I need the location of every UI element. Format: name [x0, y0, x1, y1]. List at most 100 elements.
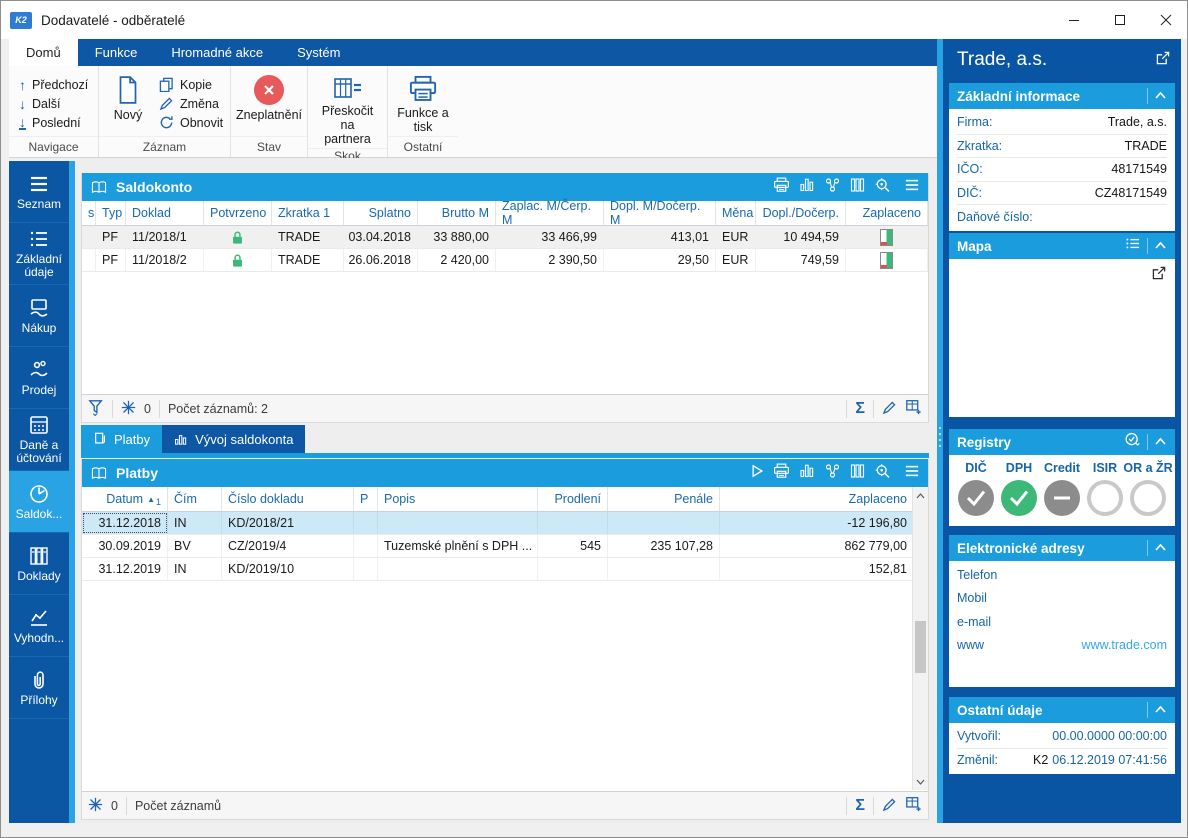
table-row[interactable]: PF 11/2018/2 TRADE 26.06.2018 2 420,00 2…: [82, 249, 928, 272]
column-header[interactable]: Dopl./Dočerp.: [756, 201, 846, 225]
tab-funkce[interactable]: Funkce: [78, 39, 155, 66]
refresh-button[interactable]: Obnovit: [159, 113, 223, 132]
chart-icon[interactable]: [799, 463, 815, 483]
add-table-icon[interactable]: [905, 796, 922, 815]
column-header[interactable]: Prodlení: [538, 487, 608, 511]
registry-item-credit[interactable]: Credit: [1041, 461, 1083, 516]
registry-item-isir[interactable]: ISIR: [1084, 461, 1126, 516]
column-header[interactable]: Zkratka 1: [272, 201, 344, 225]
last-button[interactable]: ↓Poslední: [19, 113, 88, 132]
hamburger-menu-icon[interactable]: [904, 464, 920, 483]
column-header[interactable]: Potvrzeno: [204, 201, 272, 225]
column-header[interactable]: Brutto M: [418, 201, 496, 225]
sidebar-item-nakup[interactable]: Nákup: [9, 285, 69, 347]
functions-print-button[interactable]: Funkce a tisk: [394, 73, 452, 136]
column-header[interactable]: Popis: [378, 487, 538, 511]
edit-pencil-icon[interactable]: [882, 400, 897, 418]
open-map-icon[interactable]: [1151, 265, 1167, 286]
sidebar-item-seznam[interactable]: Seznam: [9, 161, 69, 223]
table-row[interactable]: 31.12.2019 IN KD/2019/10 152,81: [82, 558, 914, 581]
column-header[interactable]: Dopl. M/Dočerp. M: [604, 201, 716, 225]
filter-icon[interactable]: [88, 399, 104, 419]
maximize-button[interactable]: [1097, 1, 1143, 39]
column-header[interactable]: Měna: [716, 201, 756, 225]
column-header[interactable]: Splatno: [344, 201, 418, 225]
relations-icon[interactable]: [824, 463, 841, 484]
tab-system[interactable]: Systém: [280, 39, 357, 66]
scroll-down-arrow[interactable]: [913, 773, 928, 790]
collapse-chevron-icon[interactable]: [1154, 701, 1167, 719]
column-header[interactable]: Typ: [96, 201, 126, 225]
close-button[interactable]: [1143, 1, 1188, 39]
sum-icon[interactable]: Σ: [855, 400, 865, 418]
edit-button[interactable]: Změna: [159, 94, 223, 113]
new-button[interactable]: Nový: [105, 73, 151, 136]
section-header[interactable]: Registry: [949, 429, 1175, 455]
map-area[interactable]: [949, 259, 1175, 417]
column-header[interactable]: Zaplaceno: [720, 487, 914, 511]
settings-search-icon[interactable]: [874, 177, 891, 198]
sidebar-item-prilohy[interactable]: Přílohy: [9, 657, 69, 719]
collapse-chevron-icon[interactable]: [1154, 433, 1167, 451]
next-button[interactable]: ↓Další: [19, 94, 88, 113]
sidebar-item-saldokonto[interactable]: Saldok...: [9, 471, 69, 533]
print-icon[interactable]: [773, 177, 790, 198]
add-table-icon[interactable]: [905, 399, 922, 418]
column-header[interactable]: Doklad: [126, 201, 204, 225]
section-header[interactable]: Elektronické adresy: [949, 535, 1175, 561]
column-header[interactable]: Čím: [168, 487, 222, 511]
hamburger-menu-icon[interactable]: [904, 178, 920, 197]
play-icon[interactable]: [751, 464, 764, 483]
column-header[interactable]: Penále: [608, 487, 720, 511]
map-list-icon[interactable]: [1125, 237, 1141, 255]
print-icon[interactable]: [773, 463, 790, 484]
scrollbar-thumb[interactable]: [915, 621, 926, 673]
registry-item-or-zr[interactable]: OR a ŽR: [1127, 461, 1169, 516]
invalidate-button[interactable]: Zneplatnění: [233, 73, 305, 136]
collapse-chevron-icon[interactable]: [1154, 237, 1167, 255]
www-link[interactable]: www.trade.com: [1082, 638, 1167, 652]
table-row[interactable]: PF 11/2018/1 TRADE 03.04.2018 33 880,00 …: [82, 226, 928, 249]
column-header-datum[interactable]: Datum ▲ 1: [82, 487, 168, 511]
settings-search-icon[interactable]: [874, 463, 891, 484]
table-row[interactable]: 30.09.2019 BV CZ/2019/4 Tuzemské plnění …: [82, 535, 914, 558]
frozen-icon[interactable]: [121, 400, 136, 418]
sidebar-item-doklady[interactable]: Doklady: [9, 533, 69, 595]
tab-hromadne-akce[interactable]: Hromadné akce: [154, 39, 280, 66]
column-header[interactable]: Zaplac. M/Čerp. M: [496, 201, 604, 225]
columns-icon[interactable]: [850, 463, 865, 484]
column-header[interactable]: Číslo dokladu: [222, 487, 354, 511]
tab-vyvoj-saldokonta[interactable]: Vývoj saldokonta: [162, 425, 305, 453]
column-header[interactable]: Zaplaceno: [846, 201, 928, 225]
edit-pencil-icon[interactable]: [882, 797, 897, 815]
registry-item-dph[interactable]: DPH: [998, 461, 1040, 516]
prev-button[interactable]: ↑Předchozí: [19, 75, 88, 94]
jump-to-partner-button[interactable]: Přeskočit na partnera: [314, 73, 381, 148]
columns-icon[interactable]: [850, 177, 865, 198]
sidebar-item-zakladni-udaje[interactable]: Základní údaje: [9, 223, 69, 285]
open-partner-icon[interactable]: [1155, 50, 1171, 71]
sum-icon[interactable]: Σ: [855, 797, 865, 815]
tab-domu[interactable]: Domů: [9, 39, 78, 66]
minimize-button[interactable]: [1051, 1, 1097, 39]
section-header[interactable]: Základní informace: [949, 83, 1175, 109]
table-row[interactable]: 31.12.2018 IN KD/2018/21 -12 196,80: [82, 512, 914, 535]
sidebar-item-dane-a-uctovani[interactable]: Daně a účtování: [9, 409, 69, 471]
chart-icon[interactable]: [799, 177, 815, 197]
relations-icon[interactable]: [824, 177, 841, 198]
registry-check-icon[interactable]: [1124, 432, 1141, 452]
collapse-chevron-icon[interactable]: [1154, 87, 1167, 105]
scroll-up-arrow[interactable]: [913, 487, 928, 504]
column-header[interactable]: s: [82, 201, 96, 225]
registry-item-dic[interactable]: DIČ: [955, 461, 997, 516]
section-header[interactable]: Mapa: [949, 233, 1175, 259]
vertical-scrollbar[interactable]: [912, 487, 928, 790]
section-header[interactable]: Ostatní údaje: [949, 697, 1175, 723]
sidebar-item-vyhodnoceni[interactable]: Vyhodn...: [9, 595, 69, 657]
frozen-icon[interactable]: [88, 797, 103, 815]
collapse-chevron-icon[interactable]: [1154, 539, 1167, 557]
copy-button[interactable]: Kopie: [159, 75, 223, 94]
sidebar-item-prodej[interactable]: Prodej: [9, 347, 69, 409]
column-header[interactable]: P: [354, 487, 378, 511]
tab-platby[interactable]: Platby: [81, 425, 162, 453]
